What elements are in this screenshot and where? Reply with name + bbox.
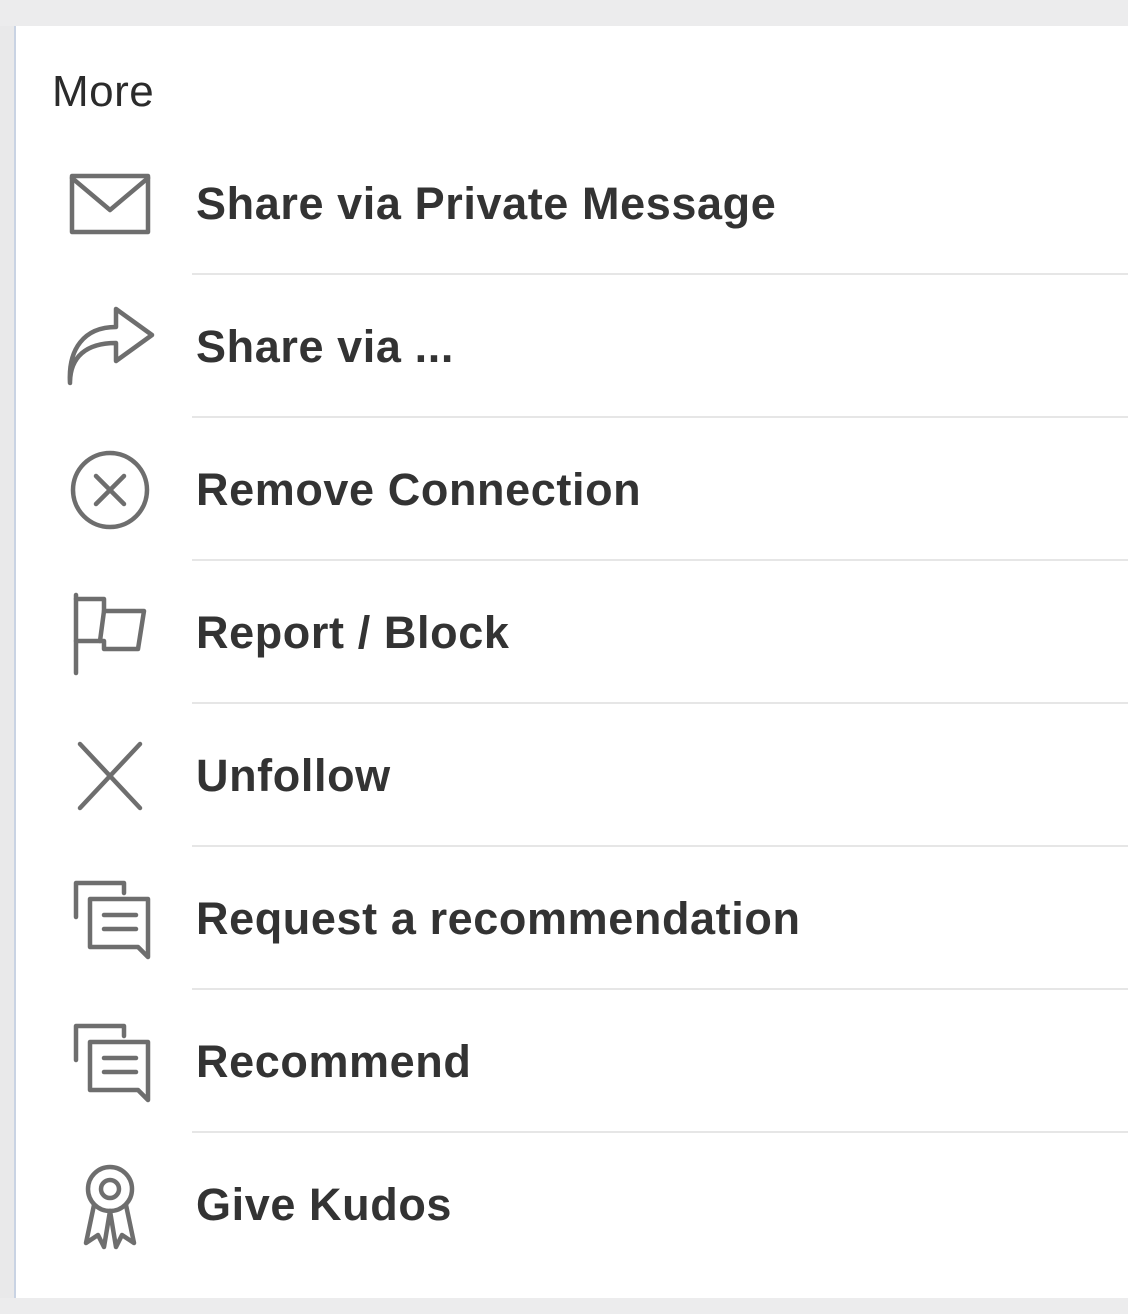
bottom-strip [0,1298,1128,1314]
menu-item-share-via[interactable]: Share via ... [16,275,1128,418]
menu-item-label: Share via Private Message [196,178,777,229]
menu-item-label: Give Kudos [196,1179,453,1230]
flag-icon [64,591,156,676]
menu-item-request-recommendation[interactable]: Request a recommendation [16,847,1128,990]
menu-item-remove-connection[interactable]: Remove Connection [16,418,1128,561]
award-ribbon-icon [64,1163,156,1250]
menu-item-recommend[interactable]: Recommend [16,990,1128,1133]
menu-item-label: Report / Block [196,607,510,658]
menu-item-label: Unfollow [196,750,391,801]
chat-bubbles-icon [64,877,156,961]
menu-item-label: Request a recommendation [196,893,801,944]
menu-item-label: Remove Connection [196,464,642,515]
more-actions-menu: Share via Private Message Share via ... … [16,132,1128,1276]
menu-item-share-private-message[interactable]: Share via Private Message [16,132,1128,275]
envelope-icon [64,162,156,246]
top-strip [0,0,1128,26]
share-arrow-icon [64,305,156,389]
chat-bubbles-icon [64,1020,156,1104]
menu-item-label: Recommend [196,1036,472,1087]
more-actions-sheet: More Share via Private Message Share via… [14,26,1128,1298]
sheet-title: More [52,67,155,116]
menu-item-give-kudos[interactable]: Give Kudos [16,1133,1128,1276]
menu-item-label: Share via ... [196,321,454,372]
circle-x-icon [64,448,156,532]
menu-item-report-block[interactable]: Report / Block [16,561,1128,704]
x-icon [64,734,156,818]
menu-item-unfollow[interactable]: Unfollow [16,704,1128,847]
